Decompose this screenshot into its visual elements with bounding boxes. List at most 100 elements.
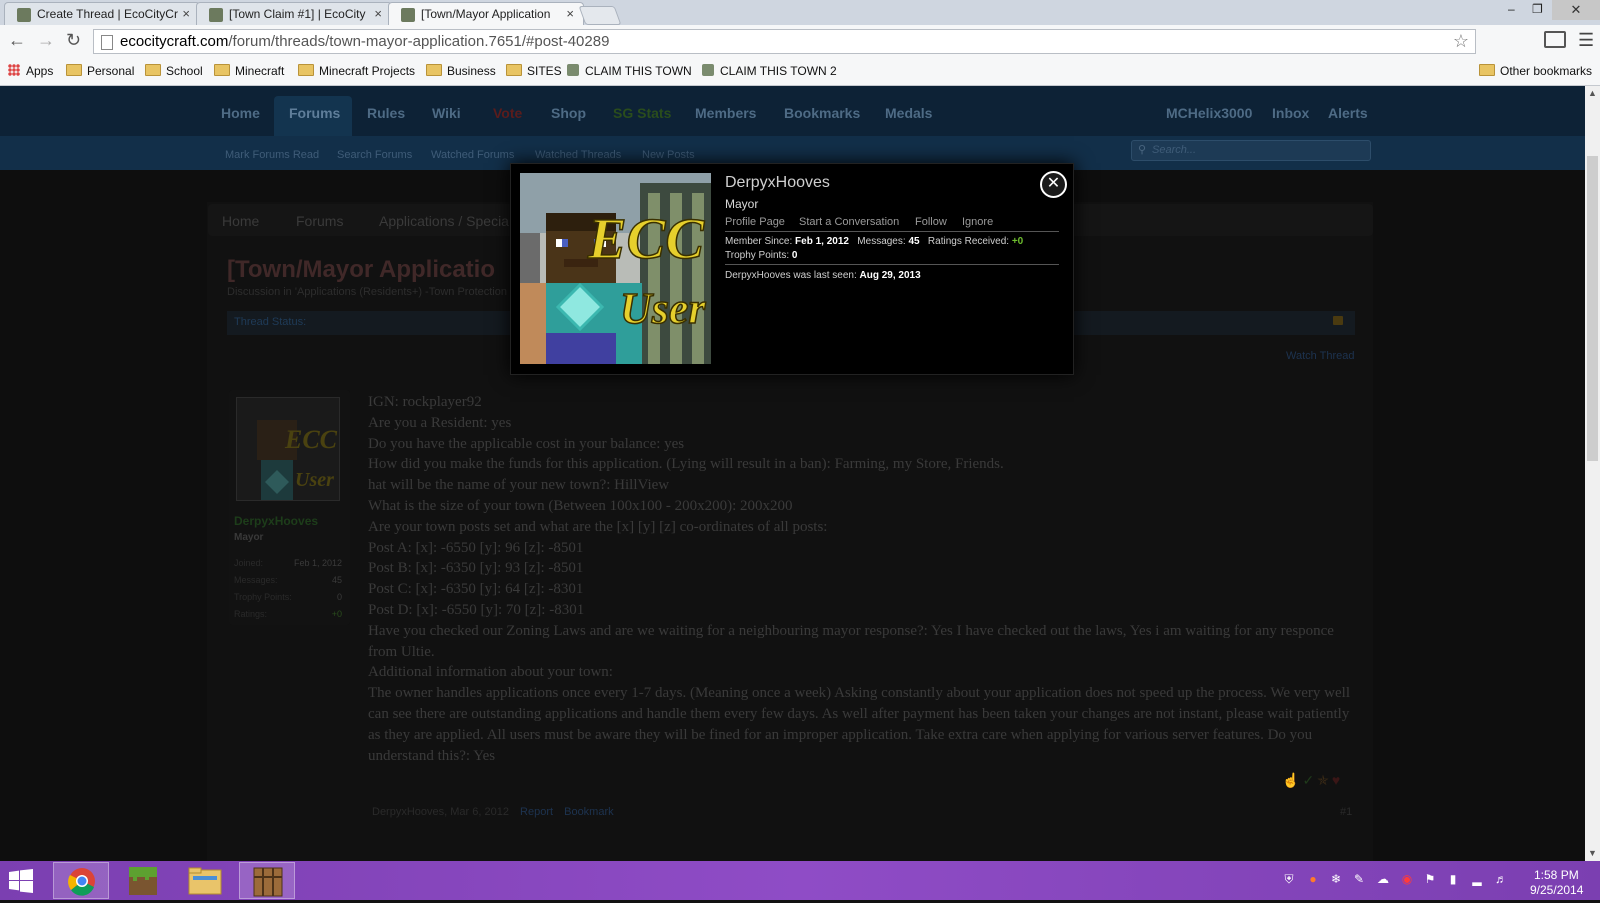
minecraft-taskbar-button[interactable]	[115, 862, 171, 899]
nav-tab-wiki[interactable]: Wiki	[432, 105, 461, 121]
orange-app-icon[interactable]: ●	[1306, 872, 1320, 886]
restore-button[interactable]: ❐	[1532, 2, 1543, 16]
lock-icon	[1333, 316, 1343, 325]
author-stat: Joined: Feb 1, 2012	[234, 558, 342, 568]
clock-time[interactable]: 1:58 PM	[1534, 868, 1579, 882]
follow-link[interactable]: Follow	[915, 216, 947, 228]
new-tab-button[interactable]	[578, 6, 622, 25]
address-bar[interactable]: ecocitycraft.com/forum/threads/town-mayo…	[93, 29, 1476, 54]
check-icon[interactable]: ✓	[1302, 772, 1317, 788]
star-icon[interactable]: ✯	[1317, 772, 1332, 788]
start-conversation-link[interactable]: Start a Conversation	[799, 216, 899, 228]
browser-tab[interactable]: Create Thread | EcoCityCr ×	[4, 2, 200, 25]
browser-tab-active[interactable]: [Town/Mayor Application ×	[388, 2, 584, 25]
cloud-icon[interactable]: ☁	[1376, 872, 1390, 886]
bookmark-folder[interactable]: Personal	[66, 64, 134, 78]
ignore-link[interactable]: Ignore	[962, 216, 993, 228]
subnav-mark-read[interactable]: Mark Forums Read	[225, 149, 319, 161]
bookmark-link[interactable]: Bookmark	[564, 806, 614, 818]
nav-tab-forums[interactable]: Forums	[289, 105, 340, 121]
nav-tab-vote[interactable]: Vote	[493, 105, 522, 121]
shield-icon[interactable]: ⛨	[1282, 872, 1296, 886]
avatar-image: ECC User	[520, 173, 711, 364]
reload-icon[interactable]: ↻	[66, 30, 81, 51]
thread-subtitle: Discussion in 'Applications (Residents+)…	[227, 286, 507, 298]
account-inbox[interactable]: Inbox	[1272, 105, 1309, 121]
nav-tab-rules[interactable]: Rules	[367, 105, 405, 121]
nav-tab-home[interactable]: Home	[221, 105, 260, 121]
scroll-up-icon[interactable]: ▲	[1588, 88, 1597, 98]
forum-search-input[interactable]: ⚲ Search...	[1131, 140, 1371, 161]
account-username[interactable]: MCHelix3000	[1166, 105, 1252, 121]
folder-icon	[188, 867, 222, 895]
bookmark-folder[interactable]: Minecraft Projects	[298, 64, 415, 78]
profile-page-link[interactable]: Profile Page	[725, 216, 785, 228]
flag-icon[interactable]: ⚑	[1423, 872, 1437, 886]
minecraft-launcher-taskbar-button[interactable]	[239, 862, 295, 899]
subnav-search-forums[interactable]: Search Forums	[337, 149, 412, 161]
bookmark-link[interactable]: CLAIM THIS TOWN	[567, 64, 692, 78]
nav-tab-medals[interactable]: Medals	[885, 105, 932, 121]
nav-tab-sg-stats[interactable]: SG Stats	[613, 105, 671, 121]
clock-date[interactable]: 9/25/2014	[1530, 883, 1583, 897]
back-arrow-icon[interactable]: ←	[8, 30, 26, 51]
author-name[interactable]: DerpyxHooves	[234, 514, 318, 528]
avatar[interactable]: ECC User	[236, 397, 340, 501]
post-line: Are you a Resident: yes	[368, 414, 512, 431]
page-scrollbar[interactable]: ▲ ▼	[1585, 86, 1600, 861]
account-alerts[interactable]: Alerts	[1328, 105, 1368, 121]
breadcrumb-item[interactable]: Applications / Specia	[379, 213, 509, 229]
close-icon[interactable]: ✕	[1040, 171, 1067, 198]
heart-icon[interactable]: ♥	[1332, 772, 1343, 788]
scroll-down-icon[interactable]: ▼	[1588, 848, 1597, 858]
red-app-icon[interactable]: ◉	[1400, 872, 1414, 886]
menu-icon[interactable]: ☰	[1578, 30, 1594, 51]
page-icon	[101, 35, 113, 50]
volume-icon[interactable]: ♬	[1494, 872, 1508, 886]
breadcrumb-item[interactable]: Home	[222, 213, 259, 229]
post-line: Are your town posts set and what are the…	[368, 518, 828, 535]
nav-tab-members[interactable]: Members	[695, 105, 756, 121]
bookmark-folder[interactable]: Business	[426, 64, 496, 78]
tab-close-icon[interactable]: ×	[182, 6, 190, 21]
minimize-button[interactable]: –	[1508, 2, 1515, 16]
site-favicon-icon	[567, 64, 579, 76]
tab-close-icon[interactable]: ×	[566, 6, 574, 21]
bookmark-folder[interactable]: SITES	[506, 64, 562, 78]
post-number[interactable]: #1	[1340, 806, 1352, 818]
windows-start-icon[interactable]	[9, 869, 33, 893]
bookmark-apps[interactable]: Apps	[8, 64, 53, 78]
window-close-button[interactable]: ✕	[1552, 0, 1600, 20]
cast-icon[interactable]	[1544, 31, 1566, 48]
battery-icon[interactable]: ▮	[1446, 872, 1460, 886]
file-explorer-taskbar-button[interactable]	[177, 862, 233, 899]
subnav-new-posts[interactable]: New Posts	[642, 149, 695, 161]
breadcrumb-item[interactable]: Forums	[296, 213, 343, 229]
post-author-date[interactable]: DerpyxHooves, Mar 6, 2012	[372, 806, 509, 818]
divider	[725, 231, 1059, 232]
watch-thread-link[interactable]: Watch Thread	[1286, 350, 1354, 362]
member-card-avatar[interactable]: ECC User	[520, 173, 711, 364]
network-signal-icon[interactable]: ▂	[1470, 872, 1484, 886]
report-link[interactable]: Report	[520, 806, 553, 818]
bookmark-folder[interactable]: School	[145, 64, 203, 78]
site-favicon-icon	[17, 8, 31, 22]
nav-tab-shop[interactable]: Shop	[551, 105, 586, 121]
browser-tab[interactable]: [Town Claim #1] | EcoCity ×	[196, 2, 392, 25]
subnav-watched-forums[interactable]: Watched Forums	[431, 149, 514, 161]
scroll-thumb[interactable]	[1587, 156, 1598, 461]
bookmark-folder[interactable]: Minecraft	[214, 64, 284, 78]
post-rating-icons: ☝✓✯♥	[1282, 772, 1343, 789]
nav-tab-bookmarks[interactable]: Bookmarks	[784, 105, 860, 121]
chrome-taskbar-button[interactable]	[53, 862, 109, 899]
tab-close-icon[interactable]: ×	[374, 6, 382, 21]
other-bookmarks[interactable]: Other bookmarks	[1479, 64, 1592, 78]
thumbs-up-icon[interactable]: ☝	[1282, 772, 1302, 788]
snowflake-icon[interactable]: ❄	[1329, 872, 1343, 886]
forward-arrow-icon[interactable]: →	[37, 30, 55, 51]
bookmark-link[interactable]: CLAIM THIS TOWN 2	[702, 64, 837, 78]
bookmark-star-icon[interactable]: ☆	[1453, 31, 1469, 52]
subnav-watched-threads[interactable]: Watched Threads	[535, 149, 621, 161]
pen-icon[interactable]: ✎	[1352, 872, 1366, 886]
tab-title: [Town Claim #1] | EcoCity	[229, 7, 366, 21]
